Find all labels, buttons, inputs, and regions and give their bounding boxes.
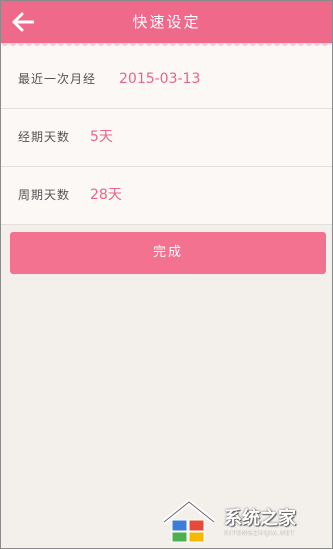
watermark-name: 系统之家: [224, 508, 296, 529]
header-scallop-border: [1, 43, 332, 51]
setting-row-cycle-days[interactable]: 周期天数 28天: [1, 167, 332, 225]
page-title: 快速设定: [132, 13, 201, 31]
done-button[interactable]: 完成: [10, 232, 326, 274]
house-logo-icon: [162, 499, 216, 543]
setting-row-period-days[interactable]: 经期天数 5天: [1, 109, 332, 167]
setting-label: 经期天数: [18, 130, 71, 144]
setting-row-last-period[interactable]: 最近一次月经 2015-03-13: [1, 51, 332, 109]
setting-value: 2015-03-13: [119, 71, 201, 87]
settings-list: 最近一次月经 2015-03-13 经期天数 5天 周期天数 28天: [1, 51, 332, 225]
watermark-url: XITONGZHIJIA.NET: [224, 530, 296, 537]
watermark: 系统之家 XITONGZHIJIA.NET: [160, 498, 330, 544]
app-header: 快速设定: [1, 1, 332, 43]
setting-value: 5天: [90, 129, 113, 145]
setting-label: 最近一次月经: [18, 72, 97, 86]
setting-label: 周期天数: [18, 188, 71, 202]
setting-value: 28天: [90, 187, 122, 203]
